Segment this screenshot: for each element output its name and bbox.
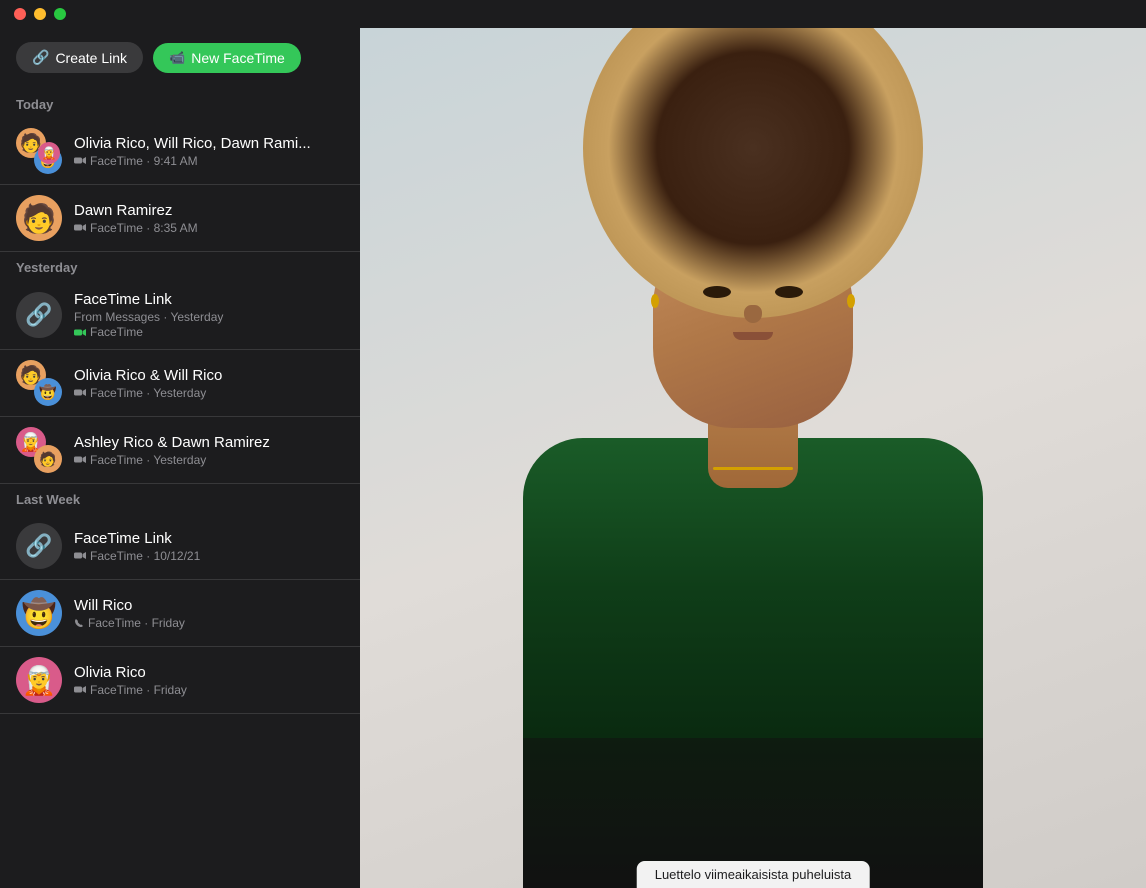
call-time: FaceTime · 9:41 AM bbox=[90, 154, 198, 168]
main-layout: 🔗 Create Link 📹 New FaceTime Today 🧑 🤠 🧝… bbox=[0, 28, 1146, 888]
call-meta: FaceTime · Friday bbox=[74, 616, 344, 630]
avatar: 🧑 bbox=[16, 195, 62, 241]
link-chain-icon: 🔗 bbox=[25, 302, 52, 328]
tooltip-bar: Luettelo viimeaikaisista puheluista bbox=[637, 861, 870, 888]
camera-area: Luettelo viimeaikaisista puheluista bbox=[360, 28, 1146, 888]
avatar-dawn: 🧝 bbox=[38, 142, 60, 164]
call-time: FaceTime · Yesterday bbox=[90, 453, 206, 467]
avatar: 🤠 bbox=[16, 590, 62, 636]
phone-icon bbox=[74, 618, 84, 628]
link-icon: 🔗 bbox=[32, 49, 49, 66]
call-name: Olivia Rico bbox=[74, 664, 344, 681]
call-name: FaceTime Link bbox=[74, 530, 344, 547]
call-name: Dawn Ramirez bbox=[74, 202, 344, 219]
call-meta-from: From Messages · Yesterday bbox=[74, 310, 344, 324]
call-info: Dawn Ramirez FaceTime · 8:35 AM bbox=[74, 202, 344, 235]
video-icon bbox=[74, 388, 86, 397]
call-time: FaceTime · 8:35 AM bbox=[90, 221, 198, 235]
video-icon bbox=[74, 551, 86, 560]
call-meta: FaceTime · Friday bbox=[74, 683, 344, 697]
link-icon-wrap: 🔗 bbox=[16, 292, 62, 338]
call-time: FaceTime · Friday bbox=[90, 683, 187, 697]
call-type: FaceTime bbox=[90, 325, 143, 339]
call-info: FaceTime Link FaceTime · 10/12/21 bbox=[74, 530, 344, 563]
link-icon-wrap: 🔗 bbox=[16, 523, 62, 569]
call-info: Olivia Rico, Will Rico, Dawn Rami... Fac… bbox=[74, 135, 344, 168]
avatar-dawn: 🧑 bbox=[34, 445, 62, 473]
avatar: 🧝 🧑 bbox=[16, 427, 62, 473]
video-icon bbox=[74, 223, 86, 232]
list-item[interactable]: 🤠 Will Rico FaceTime · Friday bbox=[0, 580, 360, 647]
video-icon bbox=[74, 156, 86, 165]
call-meta: FaceTime · 10/12/21 bbox=[74, 549, 344, 563]
create-link-button[interactable]: 🔗 Create Link bbox=[16, 42, 143, 73]
video-camera-icon: 📹 bbox=[169, 50, 185, 66]
call-meta-type: FaceTime bbox=[74, 325, 344, 339]
list-item[interactable]: 🔗 FaceTime Link FaceTime · 10/12/21 bbox=[0, 513, 360, 580]
close-button[interactable] bbox=[14, 8, 26, 20]
call-meta: FaceTime · 8:35 AM bbox=[74, 221, 344, 235]
video-icon bbox=[74, 685, 86, 694]
video-icon bbox=[74, 328, 86, 337]
traffic-lights bbox=[14, 8, 66, 20]
toolbar: 🔗 Create Link 📹 New FaceTime bbox=[0, 28, 360, 89]
list-item[interactable]: 🧑 🤠 Olivia Rico & Will Rico FaceTime · Y… bbox=[0, 350, 360, 417]
call-info: Will Rico FaceTime · Friday bbox=[74, 597, 344, 630]
list-item[interactable]: 🔗 FaceTime Link From Messages · Yesterda… bbox=[0, 281, 360, 350]
call-name: FaceTime Link bbox=[74, 291, 344, 308]
link-chain-icon: 🔗 bbox=[25, 533, 52, 559]
call-time: FaceTime · 10/12/21 bbox=[90, 549, 200, 563]
avatar: 🧝 bbox=[16, 657, 62, 703]
create-link-label: Create Link bbox=[55, 50, 127, 66]
call-meta: FaceTime · Yesterday bbox=[74, 453, 344, 467]
maximize-button[interactable] bbox=[54, 8, 66, 20]
list-item[interactable]: 🧝 🧑 Ashley Rico & Dawn Ramirez FaceTime … bbox=[0, 417, 360, 484]
call-time: FaceTime · Yesterday bbox=[90, 386, 206, 400]
call-info: Olivia Rico & Will Rico FaceTime · Yeste… bbox=[74, 367, 344, 400]
new-facetime-button[interactable]: 📹 New FaceTime bbox=[153, 43, 301, 73]
tooltip-text: Luettelo viimeaikaisista puheluista bbox=[655, 867, 852, 882]
avatar-will: 🤠 bbox=[34, 378, 62, 406]
video-icon bbox=[74, 455, 86, 464]
call-source: From Messages · Yesterday bbox=[74, 310, 223, 324]
new-facetime-label: New FaceTime bbox=[191, 50, 285, 66]
list-item[interactable]: 🧝 Olivia Rico FaceTime · Friday bbox=[0, 647, 360, 714]
call-time: FaceTime · Friday bbox=[88, 616, 185, 630]
call-info: Olivia Rico FaceTime · Friday bbox=[74, 664, 344, 697]
call-info: Ashley Rico & Dawn Ramirez FaceTime · Ye… bbox=[74, 434, 344, 467]
call-name: Olivia Rico & Will Rico bbox=[74, 367, 344, 384]
sidebar: 🔗 Create Link 📹 New FaceTime Today 🧑 🤠 🧝… bbox=[0, 28, 360, 888]
avatar: 🧑 🤠 🧝 bbox=[16, 128, 62, 174]
section-lastweek-header: Last Week bbox=[0, 484, 360, 513]
call-info: FaceTime Link From Messages · Yesterday … bbox=[74, 291, 344, 339]
call-name: Ashley Rico & Dawn Ramirez bbox=[74, 434, 344, 451]
call-meta: FaceTime · 9:41 AM bbox=[74, 154, 344, 168]
call-name: Will Rico bbox=[74, 597, 344, 614]
section-yesterday-header: Yesterday bbox=[0, 252, 360, 281]
call-meta: FaceTime · Yesterday bbox=[74, 386, 344, 400]
list-item[interactable]: 🧑 🤠 🧝 Olivia Rico, Will Rico, Dawn Rami.… bbox=[0, 118, 360, 185]
section-today-header: Today bbox=[0, 89, 360, 118]
minimize-button[interactable] bbox=[34, 8, 46, 20]
avatar: 🧑 🤠 bbox=[16, 360, 62, 406]
call-name: Olivia Rico, Will Rico, Dawn Rami... bbox=[74, 135, 344, 152]
list-item[interactable]: 🧑 Dawn Ramirez FaceTime · 8:35 AM bbox=[0, 185, 360, 252]
titlebar bbox=[0, 0, 1146, 28]
